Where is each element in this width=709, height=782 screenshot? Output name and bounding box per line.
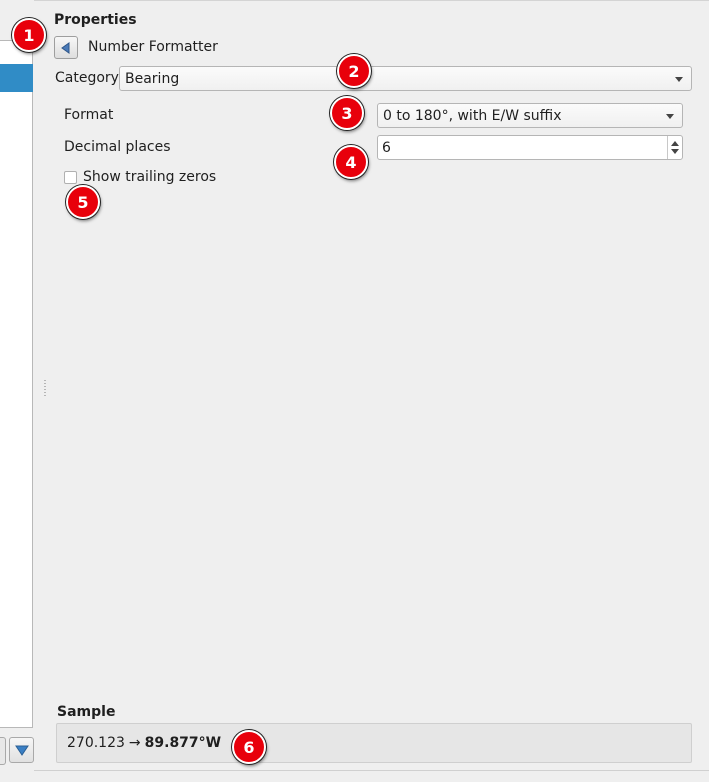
category-combo[interactable]: Bearing	[119, 66, 692, 91]
annotation-badge-3: 3	[330, 96, 364, 130]
annotation-badge-6: 6	[232, 730, 266, 764]
category-label: Category	[55, 70, 119, 86]
move-down-button[interactable]	[9, 737, 34, 763]
move-down-icon	[14, 745, 29, 756]
sample-arrow: →	[128, 735, 141, 751]
format-combo[interactable]: 0 to 180°, with E/W suffix	[377, 103, 683, 128]
format-label: Format	[64, 107, 114, 123]
formatter-list[interactable]	[0, 40, 33, 728]
annotation-badge-4: 4	[334, 145, 368, 179]
back-arrow-icon	[61, 41, 70, 54]
sample-box: 270.123 → 89.877°W	[56, 723, 692, 763]
sample-input: 270.123	[67, 735, 125, 751]
category-value: Bearing	[125, 70, 180, 87]
decimal-places-value: 6	[382, 139, 391, 156]
top-divider	[34, 0, 709, 1]
sample-title: Sample	[57, 704, 116, 720]
bottom-divider	[34, 770, 709, 771]
chevron-down-icon	[675, 76, 683, 82]
sample-output: 89.877°W	[144, 735, 222, 751]
spin-down-icon[interactable]	[671, 149, 679, 154]
back-button[interactable]	[54, 36, 78, 59]
trailing-zeros-label: Show trailing zeros	[83, 169, 217, 185]
trailing-zeros-checkbox[interactable]	[64, 171, 77, 184]
formatter-list-selected-item[interactable]	[0, 64, 33, 92]
decimal-places-spinbox[interactable]: 6	[377, 135, 683, 160]
annotation-badge-2: 2	[337, 54, 371, 88]
annotation-badge-1: 1	[12, 18, 46, 52]
decimal-places-label: Decimal places	[64, 139, 171, 155]
spin-up-icon[interactable]	[671, 141, 679, 146]
chevron-down-icon	[666, 113, 674, 119]
spinbox-buttons[interactable]	[667, 136, 682, 159]
properties-title: Properties	[54, 12, 137, 28]
splitter-handle[interactable]	[44, 380, 46, 398]
annotation-badge-5: 5	[66, 185, 100, 219]
formatter-name: Number Formatter	[88, 39, 218, 55]
format-value: 0 to 180°, with E/W suffix	[383, 107, 562, 124]
list-button-partial[interactable]	[0, 737, 6, 765]
